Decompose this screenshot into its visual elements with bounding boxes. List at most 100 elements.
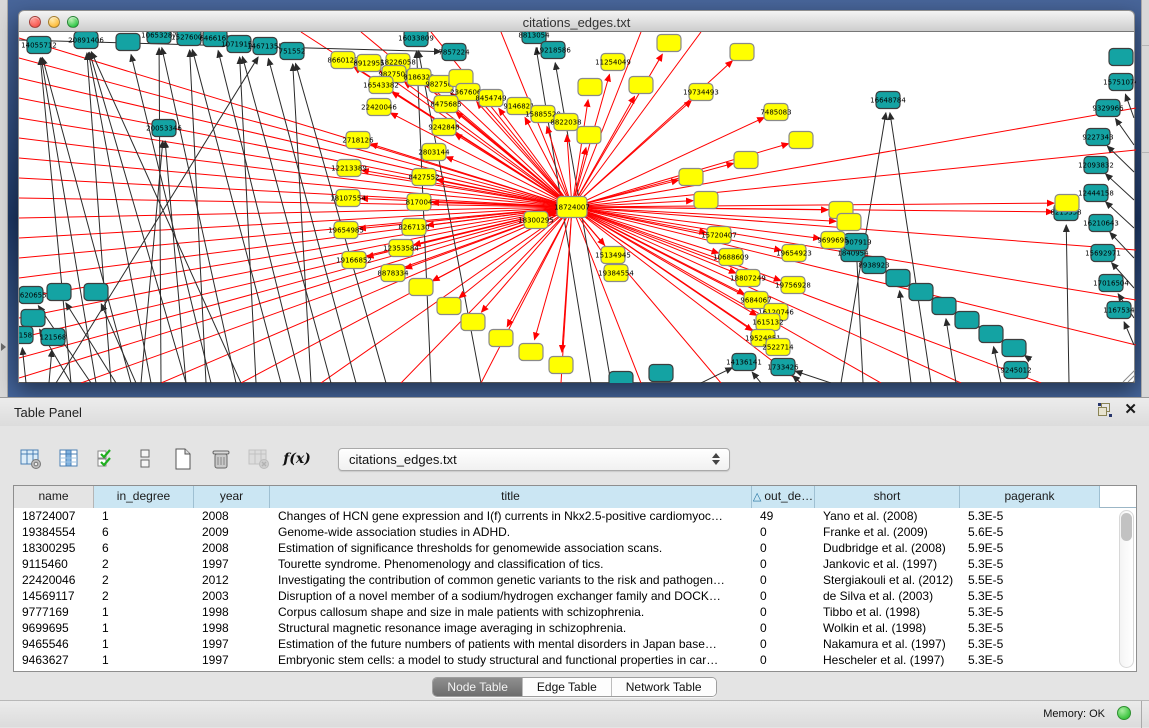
network-node[interactable] <box>609 372 633 384</box>
network-node[interactable]: 19166852 <box>336 252 372 269</box>
network-node[interactable]: 12353584 <box>383 240 419 257</box>
table-row[interactable]: 946554611997Estimation of the future num… <box>14 636 1117 652</box>
network-node[interactable]: 19654923 <box>776 245 812 262</box>
network-node[interactable]: 8878334 <box>377 265 409 282</box>
network-node[interactable]: 19756928 <box>775 277 811 294</box>
network-node[interactable]: 39158 <box>19 327 33 344</box>
network-node[interactable] <box>1109 49 1133 66</box>
network-node[interactable]: 20053346 <box>146 120 182 137</box>
resize-grip[interactable] <box>1123 370 1135 382</box>
network-node[interactable]: 12093832 <box>1078 157 1114 174</box>
network-node[interactable]: 1615132 <box>752 314 783 331</box>
network-node[interactable]: 19734493 <box>683 84 719 101</box>
network-node[interactable] <box>84 284 108 301</box>
tab-node-table[interactable]: Node Table <box>433 678 523 696</box>
network-node[interactable] <box>886 270 910 287</box>
network-node[interactable] <box>549 357 573 374</box>
unmerge-rows-icon[interactable] <box>132 446 158 472</box>
network-node[interactable] <box>649 365 673 382</box>
table-row[interactable]: 2242004622012Investigating the contribut… <box>14 572 1117 588</box>
network-node[interactable] <box>1055 195 1079 212</box>
network-node[interactable]: 2803144 <box>418 144 450 161</box>
new-table-icon[interactable] <box>170 446 196 472</box>
close-panel-icon[interactable]: ✕ <box>1124 403 1137 417</box>
network-node[interactable]: 8822038 <box>550 114 581 131</box>
column-header-short[interactable]: short <box>815 486 960 508</box>
network-node[interactable]: 2522714 <box>762 339 794 356</box>
network-node[interactable]: 22420046 <box>361 99 397 116</box>
float-panel-icon[interactable] <box>1098 403 1112 417</box>
network-node[interactable]: 15751074 <box>1103 74 1136 91</box>
network-node[interactable]: 19384554 <box>598 265 634 282</box>
network-node[interactable] <box>955 312 979 329</box>
network-node[interactable] <box>979 326 1003 343</box>
network-node[interactable]: 12213389 <box>331 160 367 177</box>
column-header-year[interactable]: year <box>194 486 270 508</box>
network-node[interactable]: 16210643 <box>1083 215 1119 232</box>
network-node[interactable] <box>461 314 485 331</box>
table-settings-icon[interactable] <box>18 446 44 472</box>
tab-edge-table[interactable]: Edge Table <box>523 678 612 696</box>
network-canvas[interactable]: 1405571220891406106532871527600264661621… <box>19 32 1136 383</box>
network-node[interactable]: 7485083 <box>760 104 791 121</box>
network-node[interactable]: 20891406 <box>68 32 104 49</box>
network-node[interactable]: 9242848 <box>428 119 459 136</box>
network-node[interactable]: 16033809 <box>398 32 434 47</box>
network-node[interactable]: 12444158 <box>1078 185 1114 202</box>
network-node[interactable] <box>437 298 461 315</box>
network-node[interactable]: 8475685 <box>430 96 461 113</box>
table-row[interactable]: 1938455462009Genome-wide association stu… <box>14 524 1117 540</box>
network-node[interactable]: 9699695 <box>817 232 848 249</box>
scrollbar-thumb[interactable] <box>1121 513 1132 541</box>
network-node[interactable]: 18724007 <box>554 197 590 218</box>
network-node[interactable] <box>932 298 956 315</box>
network-node[interactable]: 10688609 <box>713 249 749 266</box>
column-header-out_degree[interactable]: △out_de… <box>752 486 815 508</box>
network-node[interactable]: 16648784 <box>870 92 906 109</box>
network-node[interactable]: 2718126 <box>342 132 374 149</box>
network-node[interactable]: 9329966 <box>1092 100 1124 117</box>
column-header-pagerank[interactable]: pagerank <box>960 486 1100 508</box>
window-titlebar[interactable]: citations_edges.txt <box>18 10 1135 32</box>
network-node[interactable]: 8267130 <box>398 219 429 236</box>
network-node[interactable] <box>629 77 653 94</box>
table-row[interactable]: 1456911722003Disruption of a novel membe… <box>14 588 1117 604</box>
delete-table-icon[interactable] <box>208 446 234 472</box>
network-node[interactable] <box>21 310 45 327</box>
network-node[interactable] <box>577 127 601 144</box>
table-row[interactable]: 946362711997Embryonic stem cells: a mode… <box>14 652 1117 668</box>
network-node[interactable]: 2620655 <box>19 287 47 304</box>
column-header-name[interactable]: name <box>14 486 94 508</box>
left-panel-splitter[interactable] <box>0 0 8 397</box>
show-column-icon[interactable] <box>56 446 82 472</box>
network-node[interactable]: 9227343 <box>1082 129 1113 146</box>
network-node[interactable] <box>47 284 71 301</box>
network-node[interactable]: 1167534 <box>1103 302 1135 319</box>
table-source-dropdown[interactable]: citations_edges.txt <box>338 448 730 471</box>
network-node[interactable] <box>116 34 140 51</box>
network-node[interactable] <box>909 284 933 301</box>
column-header-title[interactable]: title <box>270 486 752 508</box>
network-node[interactable]: 15692971 <box>1085 245 1121 262</box>
column-header-in_degree[interactable]: in_degree <box>94 486 194 508</box>
network-node[interactable]: 8454749 <box>475 90 506 107</box>
network-node[interactable] <box>679 169 703 186</box>
network-node[interactable] <box>694 192 718 209</box>
network-node[interactable] <box>578 79 602 96</box>
network-node[interactable]: 817004 <box>406 194 433 211</box>
network-node[interactable]: 751552 <box>279 43 306 60</box>
table-row[interactable]: 911546021997Tourette syndrome. Phenomeno… <box>14 556 1117 572</box>
network-node[interactable] <box>837 214 861 231</box>
network-node[interactable]: 7857224 <box>438 44 470 61</box>
network-view-window[interactable]: citations_edges.txt 14055712208914061065… <box>18 10 1135 383</box>
expand-left-panel-icon[interactable] <box>1 343 6 351</box>
network-node[interactable]: 14055712 <box>21 37 57 54</box>
network-node[interactable] <box>489 330 513 347</box>
network-node[interactable] <box>519 344 543 361</box>
network-node[interactable]: 11254049 <box>595 54 631 71</box>
table-row[interactable]: 1872400712008Changes of HCN gene express… <box>14 508 1117 524</box>
function-builder-icon[interactable]: f(x) <box>284 446 310 472</box>
table-scrollbar[interactable] <box>1119 510 1134 668</box>
table-row[interactable]: 1830029562008Estimation of significance … <box>14 540 1117 556</box>
network-node[interactable]: 1733426 <box>767 359 799 376</box>
